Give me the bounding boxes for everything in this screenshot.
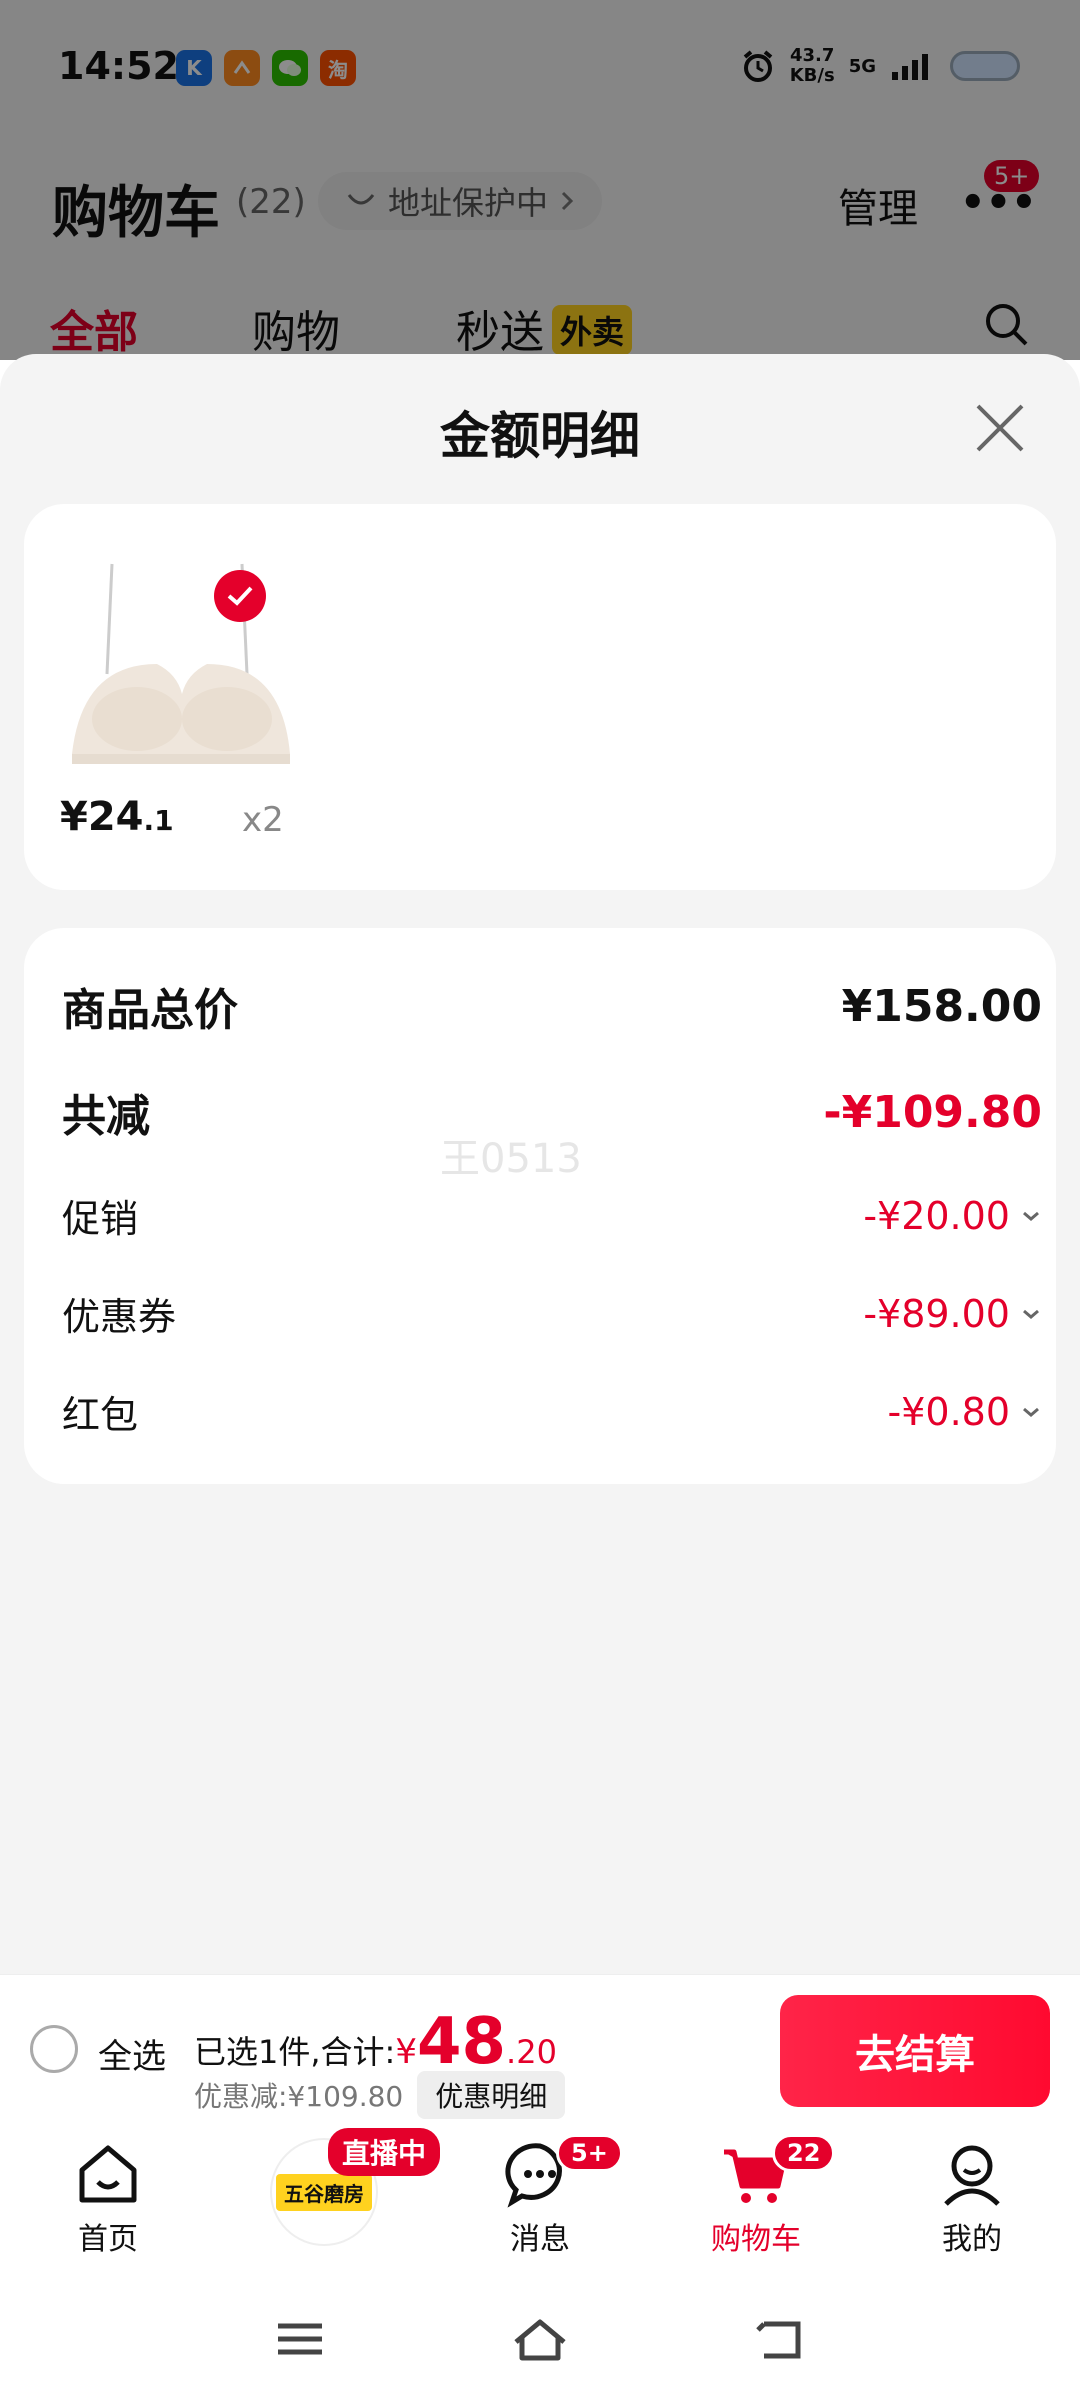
profile-icon <box>944 2145 1000 2206</box>
nav-cart[interactable]: 购物车 22 <box>676 2134 836 2258</box>
product-quantity: x2 <box>242 800 284 840</box>
chevron-right-icon <box>561 191 574 211</box>
alarm-icon <box>743 50 772 82</box>
checkout-button[interactable]: 去结算 <box>780 1995 1050 2107</box>
row-coupon[interactable]: 优惠券 -¥89.00 <box>62 1286 1042 1341</box>
status-time: 14:52 <box>58 44 179 88</box>
promotion-value: -¥20.00 <box>863 1194 1042 1238</box>
red-packet-label: 红包 <box>62 1393 139 1437</box>
row-total-discount: 共减 -¥109.80 <box>62 1080 1042 1144</box>
row-total-price: 商品总价 ¥158.00 <box>62 974 1042 1038</box>
total-integer: 48 <box>416 2005 507 2079</box>
total-price-label: 商品总价 <box>62 985 238 1036</box>
select-all-label[interactable]: 全选 <box>98 2029 166 2078</box>
takeout-tag: 外卖 <box>552 305 633 355</box>
nav-messages-label: 消息 <box>510 2222 570 2257</box>
manage-button[interactable]: 管理 <box>838 176 918 234</box>
promotion-label: 促销 <box>62 1197 139 1241</box>
chevron-down-icon <box>1023 1407 1039 1417</box>
kuwo-icon: K <box>176 50 212 86</box>
cart-header: 购物车 (22) 地址保护中 管理 ••• 5+ <box>0 160 1080 246</box>
chevron-down-icon <box>1023 1309 1039 1319</box>
shield-smile-icon <box>347 194 375 205</box>
more-badge: 5+ <box>984 160 1040 192</box>
total-currency: ¥ <box>395 2032 417 2072</box>
product-selected-check-icon[interactable] <box>214 570 266 622</box>
system-navigation-bar <box>0 2280 1080 2400</box>
discount-amount-text: 优惠减:¥109.80 <box>194 2080 404 2113</box>
status-app-icons: K 淘 <box>176 50 356 86</box>
cart-tabs: 全部 购物 秒送 外卖 <box>0 296 1080 360</box>
chevron-down-icon <box>1023 1211 1039 1221</box>
price-breakdown-card: 商品总价 ¥158.00 共减 -¥109.80 促销 -¥20.00 优惠券 … <box>24 928 1056 1484</box>
row-red-packet[interactable]: 红包 -¥0.80 <box>62 1384 1042 1439</box>
discount-detail-button[interactable]: 优惠明细 <box>417 2071 566 2119</box>
tab-express[interactable]: 秒送 外卖 <box>456 296 633 360</box>
nav-home[interactable]: 首页 <box>28 2138 188 2258</box>
status-bar: 14:52 K 淘 43.7 KB/s 5G <box>0 0 1080 140</box>
page-title: 购物车 <box>52 181 220 246</box>
wechat-icon <box>272 50 308 86</box>
cart-count: (22) <box>236 182 306 222</box>
total-discount-label: 共减 <box>62 1091 150 1142</box>
home-button-icon[interactable] <box>510 2314 570 2364</box>
checkout-bar: 全选 已选1件,合计:¥48.20 优惠减:¥109.80 优惠明细 去结算 <box>0 1974 1080 2124</box>
tab-all[interactable]: 全部 <box>50 296 138 360</box>
total-price-value: ¥158.00 <box>841 980 1042 1032</box>
bottom-nav: 首页 五谷磨房 直播中 消息 5+ 购物车 22 我的 <box>0 2124 1080 2280</box>
messages-badge: 5+ <box>556 2134 623 2172</box>
net-speed: 43.7 KB/s <box>789 45 835 86</box>
signal-icon <box>892 54 928 80</box>
product-price: ¥24.1 <box>60 794 174 840</box>
address-protection-pill[interactable]: 地址保护中 <box>318 172 603 230</box>
select-all-checkbox[interactable] <box>30 2025 78 2073</box>
amount-detail-sheet: 金额明细 ¥24.1 x2 商品总价 ¥158.00 共减 -¥109.80 促… <box>0 354 1080 1974</box>
red-packet-value: -¥0.80 <box>888 1390 1043 1434</box>
selected-count-text: 已选1件,合计: <box>194 2033 396 2071</box>
row-promotion[interactable]: 促销 -¥20.00 <box>62 1188 1042 1243</box>
store-logo: 五谷磨房 <box>276 2173 372 2211</box>
search-icon[interactable] <box>982 300 1032 350</box>
nav-profile[interactable]: 我的 <box>892 2138 1052 2258</box>
live-badge: 直播中 <box>328 2128 441 2176</box>
total-decimal: .20 <box>506 2033 557 2071</box>
nav-profile-label: 我的 <box>942 2222 1002 2257</box>
nav-cart-label: 购物车 <box>711 2222 801 2257</box>
nav-live-store[interactable]: 五谷磨房 直播中 <box>244 2128 441 2246</box>
coupon-label: 优惠券 <box>62 1295 177 1339</box>
app-orange-icon <box>224 50 260 86</box>
home-icon <box>79 2145 137 2203</box>
nav-messages[interactable]: 消息 5+ <box>460 2134 623 2258</box>
discount-line: 优惠减:¥109.80 优惠明细 <box>194 2071 566 2119</box>
total-summary: 已选1件,合计:¥48.20 <box>194 2005 557 2079</box>
total-discount-value: -¥109.80 <box>823 1086 1042 1138</box>
battery-icon <box>950 51 1020 81</box>
back-icon[interactable] <box>750 2314 810 2364</box>
product-image[interactable] <box>62 554 302 764</box>
close-icon[interactable] <box>972 400 1028 456</box>
sheet-title: 金额明细 <box>440 407 640 465</box>
menu-icon[interactable] <box>270 2314 330 2364</box>
coupon-value: -¥89.00 <box>863 1292 1042 1336</box>
status-right: 43.7 KB/s 5G <box>740 46 1020 86</box>
nav-home-label: 首页 <box>78 2222 138 2257</box>
address-protection-label: 地址保护中 <box>388 184 549 222</box>
taobao-icon: 淘 <box>320 50 356 86</box>
cart-page-background: 14:52 K 淘 43.7KB/s 5G 购物车 (22) 地址保护中 管理 <box>0 0 1080 360</box>
product-card: ¥24.1 x2 <box>24 504 1056 890</box>
tab-shopping[interactable]: 购物 <box>252 296 340 360</box>
network-type: 5G <box>848 55 876 77</box>
cart-badge: 22 <box>772 2134 836 2172</box>
